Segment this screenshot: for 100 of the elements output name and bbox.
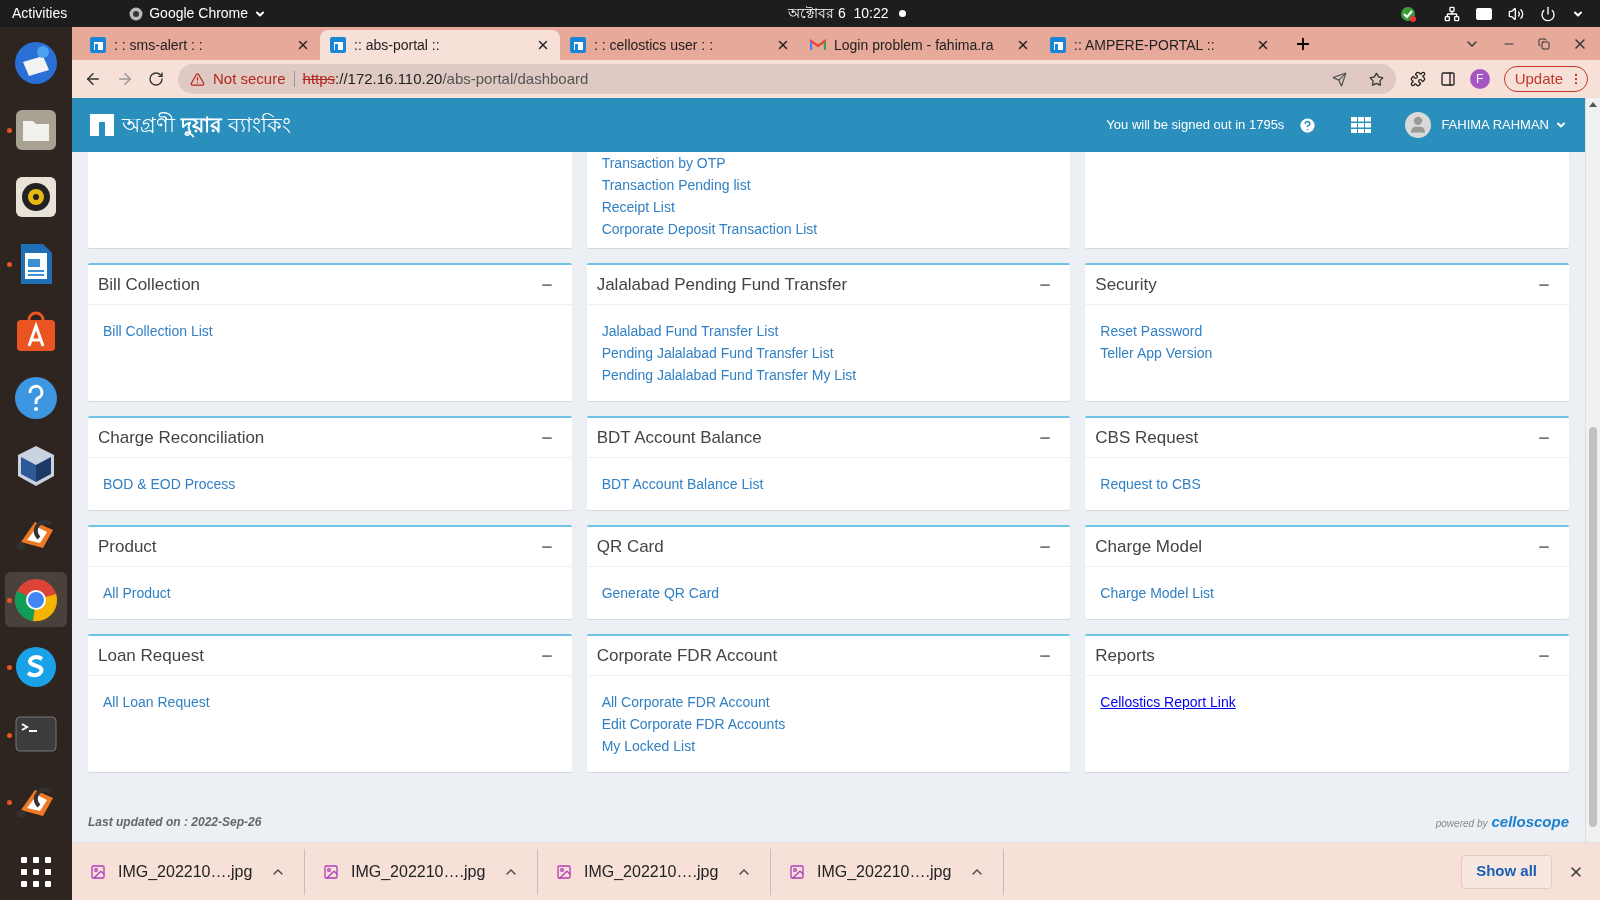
reload-icon[interactable]	[148, 71, 164, 87]
close-icon[interactable]	[1016, 38, 1030, 52]
download-item[interactable]: IMG_202210….jpg	[305, 848, 538, 895]
show-all-button[interactable]: Show all	[1461, 854, 1552, 889]
new-tab-icon[interactable]	[1294, 35, 1312, 53]
portal-icon	[570, 37, 586, 53]
panel-link[interactable]: Receipt List	[601, 196, 675, 218]
panel-link[interactable]: Jalalabad Fund Transfer List	[601, 320, 779, 342]
running-indicator	[7, 799, 12, 805]
panel-link[interactable]: All Corporate FDR Account	[601, 691, 770, 713]
scrollbar-thumb[interactable]	[1589, 427, 1597, 827]
portal-icon	[330, 37, 346, 53]
dock-item[interactable]	[5, 572, 67, 628]
panel-link[interactable]: Transaction Pending list	[601, 174, 751, 196]
activities-button[interactable]: Activities	[12, 3, 68, 24]
panel-link[interactable]: Corporate Deposit Transaction List	[601, 218, 818, 240]
panel-link[interactable]: Reset Password	[1100, 320, 1203, 342]
panel-link[interactable]: Cellostics Report Link	[1100, 691, 1236, 713]
url-text: https://172.16.110.20/abs-portal/dashboard	[302, 68, 589, 89]
panel-title: Charge Reconciliation	[98, 426, 265, 449]
panel-title: Bill Collection	[98, 273, 201, 296]
tab-title: Login problem - fahima.ra	[834, 35, 994, 55]
panel-title: Jalalabad Pending Fund Transfer	[596, 273, 848, 296]
help-icon	[13, 375, 59, 422]
close-icon[interactable]	[1256, 38, 1270, 52]
panel-link[interactable]: All Loan Request	[103, 691, 210, 713]
browser-tab[interactable]: : : sms-alert : :	[80, 30, 320, 60]
running-indicator	[7, 128, 12, 134]
tab-title: : : sms-alert : :	[114, 35, 203, 55]
panel-link[interactable]: BDT Account Balance List	[601, 473, 764, 495]
download-item[interactable]: IMG_202210….jpg	[538, 848, 771, 895]
panel-link[interactable]: Edit Corporate FDR Accounts	[601, 713, 786, 735]
panel-link[interactable]: Charge Model List	[1100, 582, 1214, 604]
mail-icon	[810, 39, 826, 51]
maker-logo-text: celloscope	[1491, 812, 1569, 832]
panel-link[interactable]: Teller App Version	[1100, 342, 1213, 364]
running-indicator	[7, 262, 12, 268]
tab-title: :: abs-portal ::	[354, 35, 440, 55]
chrome-icon	[129, 6, 144, 21]
scrollbar[interactable]	[1585, 98, 1600, 842]
panel-title: Loan Request	[98, 644, 204, 667]
download-item[interactable]: IMG_202210….jpg	[72, 848, 305, 895]
warning-icon	[190, 71, 205, 87]
close-icon[interactable]	[776, 38, 790, 52]
restore-icon[interactable]	[1538, 38, 1550, 50]
app-grid-icon[interactable]	[19, 855, 53, 890]
brand-name: অগ্রণী দুয়ার ব্যাংকিং	[122, 111, 291, 140]
panel-link[interactable]: Generate QR Card	[601, 582, 720, 604]
panel-link[interactable]: Request to CBS	[1100, 473, 1201, 495]
file-name: IMG_202210….jpg	[584, 861, 720, 882]
browser-tab[interactable]: Login problem - fahima.ra	[800, 30, 1040, 60]
running-indicator	[7, 732, 12, 738]
panel-link[interactable]: Transaction by OTP	[601, 152, 726, 174]
panel-link[interactable]: Pending Jalalabad Fund Transfer List	[601, 342, 834, 364]
user-avatar[interactable]	[1405, 112, 1432, 138]
logo-icon	[90, 114, 114, 136]
image-file-icon	[556, 863, 572, 880]
browser-tab[interactable]: :: AMPERE-PORTAL ::	[1040, 30, 1280, 60]
send-icon[interactable]	[1331, 71, 1347, 87]
side-panel-icon[interactable]	[1439, 71, 1456, 87]
panel-link[interactable]: All Product	[103, 582, 171, 604]
image-file-icon	[789, 863, 805, 880]
browser-tab[interactable]: :: abs-portal ::	[320, 30, 560, 60]
help-icon[interactable]	[1298, 115, 1318, 135]
user-name[interactable]: FAHIMA RAHMAN	[1441, 115, 1549, 135]
last-updated-text: Last updated on : 2022-Sep-26	[88, 814, 262, 832]
image-file-icon	[323, 863, 339, 880]
panel-title: BDT Account Balance	[596, 426, 762, 449]
file-name: IMG_202210….jpg	[817, 861, 953, 882]
mail-bird-icon	[13, 39, 59, 86]
extensions-icon[interactable]	[1409, 71, 1426, 87]
powered-by-text: powered by	[1435, 817, 1488, 831]
network-icon[interactable]	[1444, 5, 1460, 22]
power-icon[interactable]	[1540, 5, 1556, 22]
app-menu[interactable]: Google Chrome	[129, 3, 267, 24]
shield-check-icon[interactable]	[1400, 5, 1416, 22]
profile-avatar[interactable]: F	[1469, 69, 1490, 89]
tab-title: : : cellostics user : :	[594, 35, 714, 55]
panel-title: Charge Model	[1095, 535, 1203, 558]
panel-link[interactable]: My Locked List	[601, 735, 696, 757]
panel-link[interactable]: Pending Jalalabad Fund Transfer My List	[601, 364, 857, 386]
bookmark-star-icon[interactable]	[1368, 71, 1384, 87]
download-item[interactable]: IMG_202210….jpg	[771, 848, 1004, 895]
close-icon[interactable]	[536, 38, 550, 52]
vpn-icon[interactable]	[1476, 7, 1492, 20]
running-indicator	[7, 665, 12, 671]
close-icon[interactable]	[296, 38, 310, 52]
panel-title: Corporate FDR Account	[596, 644, 778, 667]
panel-link[interactable]: Bill Collection List	[103, 320, 213, 342]
browser-tab[interactable]: : : cellostics user : :	[560, 30, 800, 60]
address-bar[interactable]: Not secure https://172.16.110.20/abs-portal/dashboard	[178, 64, 1396, 94]
scroll-up-icon[interactable]	[1589, 102, 1597, 107]
volume-icon[interactable]	[1508, 5, 1524, 22]
skype-icon	[13, 644, 59, 690]
panel-link[interactable]: BOD & EOD Process	[103, 473, 236, 495]
chrome-icon	[13, 576, 59, 623]
portal-icon	[1050, 37, 1066, 53]
clock[interactable]: অক্টোবর 6 10:22	[788, 3, 906, 24]
back-icon[interactable]	[84, 70, 102, 88]
file-name: IMG_202210….jpg	[351, 861, 487, 882]
